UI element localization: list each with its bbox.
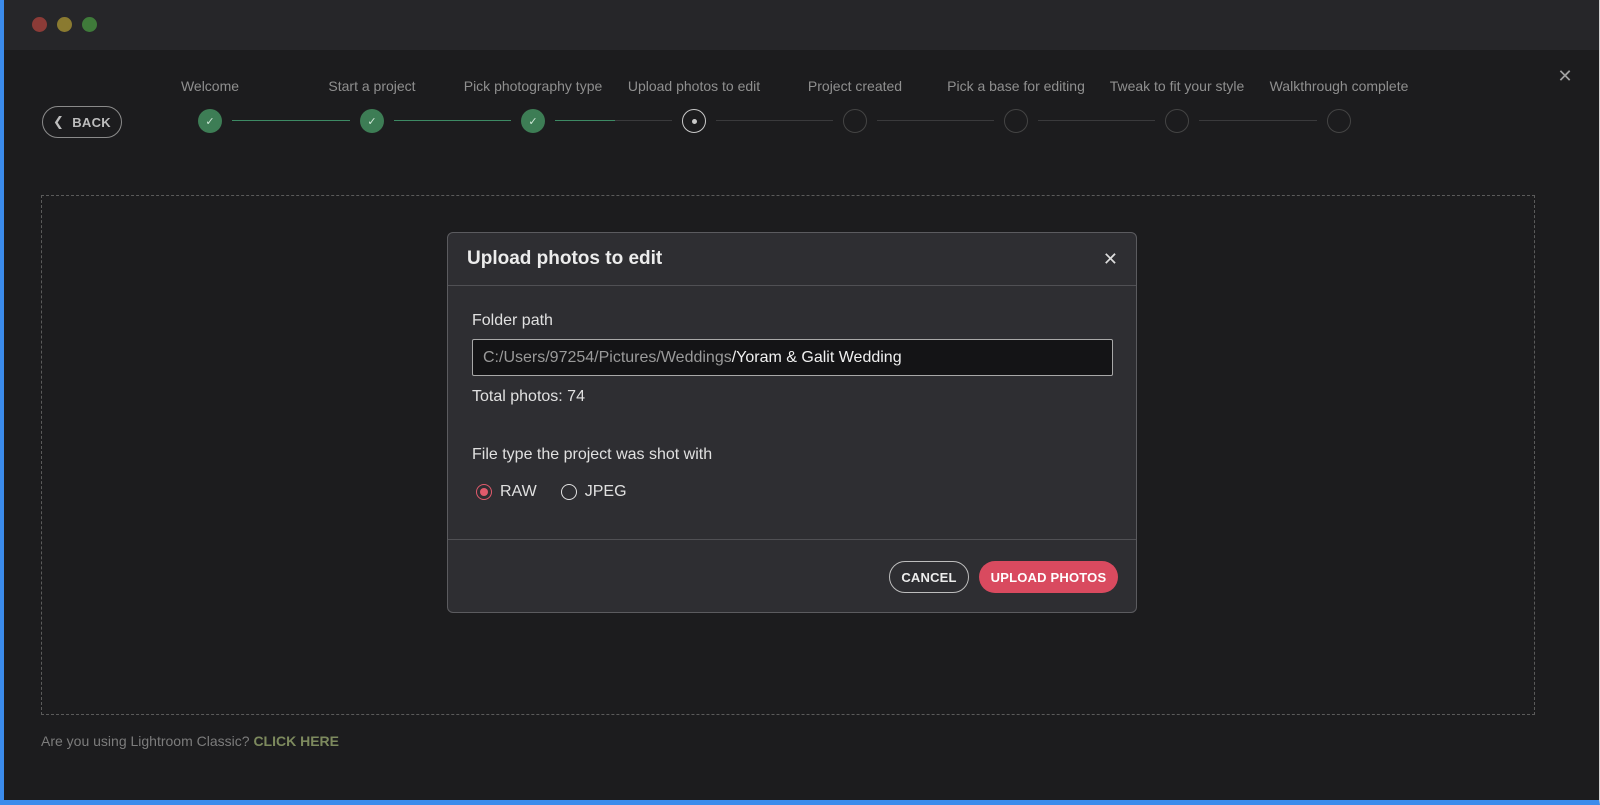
step-label: Walkthrough complete <box>1269 78 1409 94</box>
dialog-header: Upload photos to edit ✕ <box>448 233 1136 286</box>
progress-stepper: Welcome Start a project Pick photography… <box>4 50 1600 160</box>
file-type-radio-group: RAW JPEG <box>476 483 627 501</box>
dialog-close-icon[interactable]: ✕ <box>1103 249 1118 270</box>
step-label: Tweak to fit your style <box>1109 78 1245 94</box>
classic-question: Are you using Lightroom Classic? <box>41 733 250 749</box>
step-connector <box>1199 120 1317 121</box>
step-done-check-icon: ✓ <box>521 109 545 133</box>
app-window: ❮ BACK ✕ Welcome Start a project Pick ph… <box>0 0 1600 805</box>
step-label: Welcome <box>180 78 240 94</box>
step-label: Start a project <box>328 78 416 94</box>
radio-unchecked-icon <box>560 484 577 500</box>
cancel-button[interactable]: CANCEL <box>889 561 969 593</box>
title-bar <box>4 0 1599 50</box>
window-minimize-button[interactable] <box>57 17 72 32</box>
step-todo-icon <box>1004 109 1028 133</box>
folder-path-suffix: /Yoram & Galit Wedding <box>731 349 902 366</box>
folder-path-label: Folder path <box>472 312 553 329</box>
radio-raw[interactable]: RAW <box>476 483 537 501</box>
window-maximize-button[interactable] <box>82 17 97 32</box>
step-label: Upload photos to edit <box>627 78 761 94</box>
upload-photos-button[interactable]: UPLOAD PHOTOS <box>979 561 1118 593</box>
step-connector <box>877 120 994 121</box>
radio-checked-icon <box>476 484 492 500</box>
window-close-button[interactable] <box>32 17 47 32</box>
radio-jpeg-label: JPEG <box>584 483 627 500</box>
step-label: Pick a base for editing <box>947 78 1085 94</box>
total-photos: Total photos: 74 <box>472 388 585 405</box>
folder-path-input[interactable]: C:/Users/97254/Pictures/Weddings/Yoram &… <box>472 339 1113 376</box>
dialog-body: Folder path C:/Users/97254/Pictures/Wedd… <box>448 286 1136 540</box>
step-connector <box>232 120 350 121</box>
file-type-label: File type the project was shot with <box>472 446 713 463</box>
radio-raw-label: RAW <box>500 483 537 500</box>
step-todo-icon <box>1165 109 1189 133</box>
step-connector <box>394 120 511 121</box>
radio-jpeg[interactable]: JPEG <box>560 483 627 501</box>
step-todo-icon <box>1327 109 1351 133</box>
step-connector <box>1038 120 1155 121</box>
step-label: Project created <box>807 78 903 94</box>
step-connector <box>716 120 833 121</box>
step-done-check-icon: ✓ <box>198 109 222 133</box>
step-connector <box>615 120 672 121</box>
step-done-check-icon: ✓ <box>360 109 384 133</box>
folder-path-prefix: C:/Users/97254/Pictures/Weddings <box>483 349 732 366</box>
click-here-link[interactable]: CLICK HERE <box>253 733 339 749</box>
step-todo-icon <box>843 109 867 133</box>
lightroom-classic-note: Are you using Lightroom Classic? CLICK H… <box>41 733 339 749</box>
step-label: Pick photography type <box>463 78 603 94</box>
step-current-icon <box>682 109 706 133</box>
dialog-title: Upload photos to edit <box>467 248 663 269</box>
step-connector <box>555 120 615 121</box>
dialog-footer: CANCEL UPLOAD PHOTOS <box>448 540 1136 612</box>
upload-dialog: Upload photos to edit ✕ Folder path C:/U… <box>447 232 1137 613</box>
